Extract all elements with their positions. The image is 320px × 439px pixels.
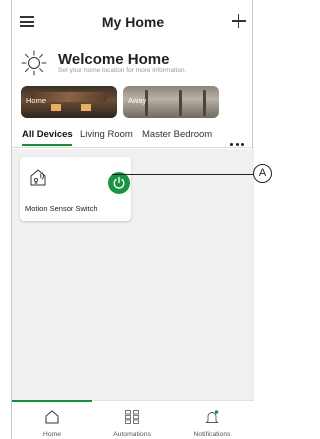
sun-icon — [21, 50, 47, 76]
mode-home-label: Home — [26, 96, 47, 105]
plus-icon[interactable] — [232, 14, 246, 28]
nav-home[interactable]: Home — [12, 400, 92, 439]
mode-home-card[interactable]: Home — [21, 86, 117, 118]
nav-home-label: Home — [42, 431, 62, 438]
nav-notifications-label: Notifications — [193, 431, 231, 438]
app-screen: My Home Welcome Home Set your home locat… — [11, 0, 254, 439]
callout-line — [112, 174, 254, 175]
welcome-title: Welcome Home — [58, 51, 170, 68]
room-tabs: All Devices Living Room Master Bedroom — [12, 124, 254, 148]
tab-all-devices[interactable]: All Devices — [22, 129, 73, 140]
tab-master-bedroom[interactable]: Master Bedroom — [142, 129, 212, 140]
device-list: Motion Sensor Switch — [12, 149, 254, 400]
power-icon — [113, 176, 125, 189]
device-name: Motion Sensor Switch — [25, 204, 98, 213]
nav-automations-label: Automations — [113, 431, 151, 438]
top-bar: My Home — [12, 0, 254, 40]
mode-selector: Home Away — [12, 86, 254, 120]
device-card[interactable]: Motion Sensor Switch — [20, 157, 131, 221]
motion-sensor-icon — [30, 169, 46, 186]
active-nav-indicator — [12, 400, 92, 402]
mode-away-label: Away — [128, 96, 147, 105]
power-toggle-button[interactable] — [108, 172, 130, 194]
more-options-icon[interactable] — [230, 133, 250, 146]
welcome-banner: Welcome Home Set your home location for … — [12, 40, 254, 80]
tab-living-room[interactable]: Living Room — [80, 129, 133, 140]
bell-icon — [205, 410, 219, 423]
callout-marker: A — [253, 164, 272, 183]
page-title: My Home — [101, 14, 165, 30]
active-tab-indicator — [22, 144, 72, 146]
home-icon — [45, 410, 59, 424]
nav-automations[interactable]: Automations — [92, 401, 172, 439]
grid-icon — [125, 410, 139, 424]
nav-notifications[interactable]: Notifications — [172, 401, 252, 439]
bottom-navigation: Home Automations Notifications — [12, 400, 254, 439]
mode-away-card[interactable]: Away — [123, 86, 219, 118]
welcome-subtitle: Set your home location for more informat… — [58, 67, 187, 74]
